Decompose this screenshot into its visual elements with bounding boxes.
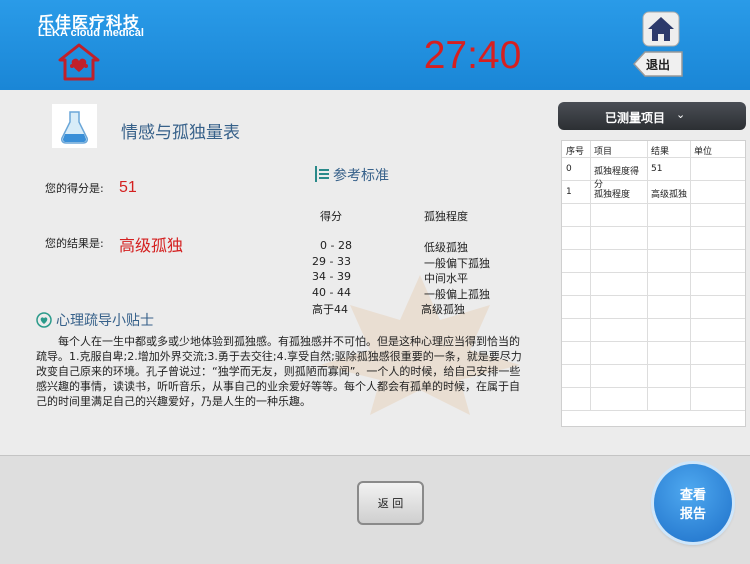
reference-level: 一般偏下孤独 [424,257,490,270]
chevron-down-icon: ⌄ [676,108,686,121]
table-row [562,388,745,411]
header-bar: 乐佳医疗科技 LEKA cloud medical 27:40 退出 [0,0,750,90]
column-header: 序号 [566,147,585,157]
back-label: 返 回 [377,497,404,510]
score-label: 您的得分是: [45,182,104,195]
score-value: 51 [119,179,137,196]
reference-level: 一般偏上孤独 [424,288,490,301]
table-row [562,296,745,319]
result-label: 您的结果是: [45,237,104,250]
reference-range: 34 - 39 [312,270,351,283]
measured-items-dropdown[interactable]: 已测量项目 ⌄ [558,102,746,130]
countdown-timer: 27:40 [423,34,522,77]
tips-title: 心理疏导小贴士 [56,313,154,329]
table-cell: 0 [566,164,572,174]
table-row [562,227,745,250]
table-cell: 51 [651,164,663,174]
report-label-line2: 报告 [679,507,706,522]
reference-level: 中间水平 [424,272,468,285]
result-value: 高级孤独 [119,236,184,255]
table-row [562,273,745,296]
table-row [562,342,745,365]
reference-range: 29 - 33 [312,255,351,268]
measured-items-table: 序号 项目 结果 单位 0 孤独程度得分 51 1 孤独程度 高级孤独 [561,140,746,427]
table-row [562,365,745,388]
column-header: 结果 [651,147,670,157]
report-label-line1: 查看 [679,488,706,503]
tips-text: 每个人在一生中都或多或少地体验到孤独感。有孤独感并不可怕。但是这种心理应当得到恰… [36,335,522,408]
reference-range: 高于44 [312,303,348,316]
back-button[interactable]: 返 回 [357,481,424,525]
table-row: 1 孤独程度 高级孤独 [562,181,745,204]
view-report-button[interactable]: 查看 报告 [654,464,732,542]
measured-items-label: 已测量项目 [605,111,666,125]
home-icon[interactable] [641,10,681,48]
table-row: 0 孤独程度得分 51 [562,158,745,190]
table-header-row: 序号 项目 结果 单位 [562,141,745,158]
scale-title: 情感与孤独量表 [121,123,240,143]
reference-level: 低级孤独 [424,241,468,254]
table-cell: 1 [566,187,572,197]
table-row [562,250,745,273]
scale-icon-box [52,104,97,148]
reference-range: 40 - 44 [312,286,351,299]
heart-badge-icon [36,312,52,328]
exit-label: 退出 [646,58,671,72]
home-heart-logo-icon [58,43,100,81]
reference-title: 参考标准 [333,168,389,184]
table-cell: 高级孤独 [651,190,688,200]
reference-header-score: 得分 [320,210,342,223]
reference-header-level: 孤独程度 [424,210,468,223]
list-icon [315,166,329,182]
column-header: 项目 [594,147,613,157]
reference-range: 0 - 28 [320,239,352,252]
table-row [562,204,745,227]
brand-name-en: LEKA cloud medical [38,27,144,39]
reference-level: 高级孤独 [421,303,465,316]
column-header: 单位 [694,147,713,157]
flask-icon [61,111,88,144]
table-cell: 孤独程度 [594,190,631,200]
table-row [562,319,745,342]
exit-button[interactable]: 退出 [632,50,684,78]
